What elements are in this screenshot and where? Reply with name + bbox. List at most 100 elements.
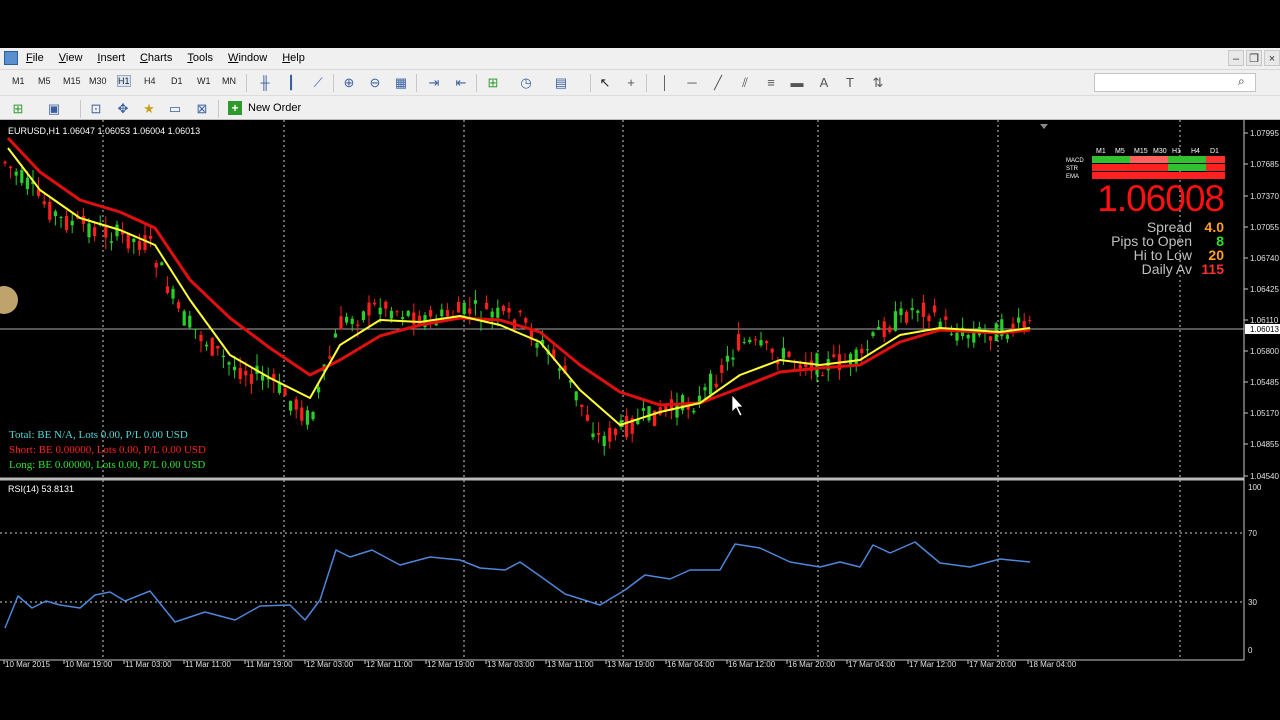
menu-file[interactable]: File — [26, 52, 44, 64]
candle-body — [406, 310, 410, 316]
signal-cell — [1168, 156, 1187, 163]
new-order-button[interactable]: + New Order — [228, 99, 301, 117]
candle-body — [361, 311, 365, 320]
market-watch-icon[interactable]: ⊡ — [88, 101, 104, 117]
terminal-icon[interactable]: ▭ — [167, 101, 183, 117]
menu-help[interactable]: Help — [282, 52, 305, 64]
cursor-icon[interactable]: ↖ — [597, 75, 613, 91]
rsi-header: RSI(14) 53.8131 — [8, 484, 74, 494]
horizontal-line-icon[interactable]: ─ — [684, 75, 700, 91]
timeframe-h4[interactable]: H4 — [144, 76, 156, 86]
menu-window[interactable]: Window — [228, 52, 267, 64]
candle-body — [888, 327, 892, 333]
long-position-summary: Long: BE 0.00000, Lots 0.00, P/L 0.00 US… — [9, 459, 206, 471]
candle-body — [854, 349, 858, 365]
menu-view[interactable]: View — [59, 52, 83, 64]
candle-body — [574, 391, 578, 401]
candle-body — [457, 301, 461, 313]
timeframe-m30[interactable]: M30 — [89, 76, 107, 86]
candle-body — [305, 410, 309, 425]
candle-body — [591, 433, 595, 438]
candle-body — [261, 374, 265, 381]
candle-body — [524, 318, 528, 323]
daily-average-label: Daily Av — [1141, 261, 1192, 277]
candle-body — [70, 220, 74, 226]
timeframe-mn[interactable]: MN — [222, 76, 236, 86]
timeframe-d1[interactable]: D1 — [171, 76, 183, 86]
navigator-icon[interactable]: ★ — [141, 101, 157, 117]
candle-body — [647, 406, 651, 421]
time-label: 10 Mar 2015 — [5, 660, 50, 669]
crosshair-icon[interactable]: + — [623, 75, 639, 91]
strategy-tester-icon[interactable]: ⊠ — [194, 101, 210, 117]
zoom-in-icon[interactable]: ⊕ — [341, 75, 357, 91]
fibonacci-icon[interactable]: ≡ — [763, 75, 779, 91]
time-label: 10 Mar 19:00 — [65, 660, 113, 669]
candle-body — [765, 341, 769, 344]
close-icon[interactable]: × — [1264, 50, 1280, 66]
trendline-icon[interactable]: ╱ — [710, 75, 726, 91]
menu-tools[interactable]: Tools — [187, 52, 213, 64]
dashboard-row-label: STR — [1066, 166, 1079, 172]
bar-chart-icon[interactable]: ╫ — [257, 75, 273, 91]
menu-charts[interactable]: Charts — [140, 52, 172, 64]
timeframe-m15[interactable]: M15 — [63, 76, 81, 86]
signal-cell — [1187, 156, 1206, 163]
time-label: 17 Mar 12:00 — [909, 660, 957, 669]
dashboard-row-label: EMA — [1066, 174, 1079, 180]
menu-insert[interactable]: Insert — [97, 52, 125, 64]
candle-body — [244, 370, 248, 376]
time-label: 16 Mar 20:00 — [788, 660, 836, 669]
periods-icon[interactable]: ◷ — [518, 75, 534, 91]
arrows-icon[interactable]: ⇅ — [870, 75, 886, 91]
candle-body — [48, 201, 52, 220]
candle-body — [910, 307, 914, 311]
price-label: 1.07055 — [1250, 223, 1279, 232]
templates-icon[interactable]: ▤ — [553, 75, 569, 91]
candle-body — [65, 215, 69, 231]
candle-body — [899, 308, 903, 316]
line-chart-icon[interactable]: ⟋ — [310, 75, 326, 91]
candle-body — [865, 349, 869, 351]
candle-body — [445, 309, 449, 317]
auto-scroll-icon[interactable]: ⇥ — [426, 75, 442, 91]
candle-body — [171, 288, 175, 299]
chart-shift-icon[interactable]: ⇤ — [453, 75, 469, 91]
timeframe-w1[interactable]: W1 — [197, 76, 211, 86]
new-chart-icon[interactable]: ⊞ — [10, 101, 26, 117]
search-input[interactable] — [1094, 73, 1256, 92]
candle-body — [188, 315, 192, 328]
timeframe-m5[interactable]: M5 — [38, 76, 51, 86]
timeframe-m1[interactable]: M1 — [12, 76, 25, 86]
indicators-icon[interactable]: ⊞ — [485, 75, 501, 91]
price-label: 1.05485 — [1250, 378, 1279, 387]
candle-body — [871, 332, 875, 336]
candle-body — [602, 436, 606, 446]
profiles-icon[interactable]: ▣ — [46, 101, 62, 117]
text-label-icon[interactable]: T — [842, 75, 858, 91]
vertical-line-icon[interactable]: │ — [657, 75, 673, 91]
candle-body — [42, 201, 46, 205]
signal-cell — [1168, 164, 1187, 171]
rectangle-icon[interactable]: ▬ — [789, 75, 805, 91]
candle-body — [59, 216, 63, 218]
candle-body — [210, 337, 214, 356]
candlestick-icon[interactable]: ┃ — [283, 75, 299, 91]
candle-body — [608, 427, 612, 442]
candle-body — [339, 316, 343, 330]
equidistant-channel-icon[interactable]: ⫽ — [737, 75, 753, 91]
timeframe-h1[interactable]: H1 — [117, 75, 131, 87]
time-label: 11 Mar 19:00 — [246, 660, 293, 669]
restore-icon[interactable]: ❐ — [1246, 50, 1262, 66]
data-window-icon[interactable]: ✥ — [115, 101, 131, 117]
minimize-icon[interactable]: – — [1228, 50, 1244, 66]
price-label: 1.04855 — [1250, 440, 1279, 449]
zoom-out-icon[interactable]: ⊖ — [367, 75, 383, 91]
search-icon[interactable]: ⌕ — [1238, 74, 1245, 89]
tile-windows-icon[interactable]: ▦ — [393, 75, 409, 91]
candle-body — [395, 311, 399, 313]
text-icon[interactable]: A — [816, 75, 832, 91]
candle-body — [233, 366, 237, 371]
candle-body — [535, 342, 539, 348]
candle-body — [725, 355, 729, 362]
